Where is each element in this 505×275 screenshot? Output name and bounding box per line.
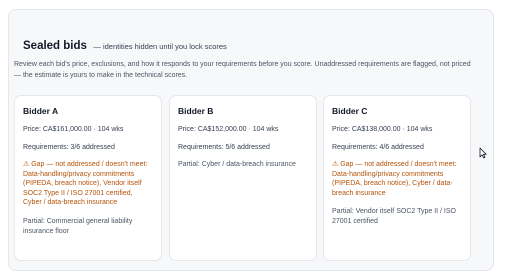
bid-price: Price: CA$138,000.00 · 104 wks bbox=[332, 126, 433, 133]
requirements-count: Requirements: 4/6 addressed bbox=[332, 144, 424, 151]
requirements-count: Requirements: 5/6 addressed bbox=[178, 144, 270, 151]
requirements-count: Requirements: 3/6 addressed bbox=[23, 144, 115, 151]
panel-header: Sealed bids — identities hidden until yo… bbox=[23, 36, 227, 54]
bid-card-b: Bidder B Price: CA$152,000.00 · 104 wks … bbox=[169, 95, 317, 261]
gap-warning: ⚠ Gap — not addressed / doesn't meet: Da… bbox=[332, 161, 457, 197]
bid-price: Price: CA$152,000.00 · 104 wks bbox=[178, 126, 279, 133]
mouse-cursor-icon bbox=[479, 147, 487, 159]
panel-subtitle: — identities hidden until you lock score… bbox=[93, 42, 227, 51]
panel-title: Sealed bids bbox=[23, 40, 87, 52]
gap-warning: ⚠ Gap — not addressed / doesn't meet: Da… bbox=[23, 161, 148, 207]
bid-card-a: Bidder A Price: CA$161,000.00 · 104 wks … bbox=[14, 95, 162, 261]
bidder-name: Bidder B bbox=[178, 106, 214, 116]
bidder-name: Bidder C bbox=[332, 106, 368, 116]
partial-note: Partial: Cyber / data-breach insurance bbox=[178, 161, 296, 168]
bid-card-c: Bidder C Price: CA$138,000.00 · 104 wks … bbox=[323, 95, 471, 261]
bid-price: Price: CA$161,000.00 · 104 wks bbox=[23, 126, 124, 133]
bidder-name: Bidder A bbox=[23, 106, 59, 116]
intro-text: Review each bid's price, exclusions, and… bbox=[14, 61, 471, 79]
partial-note: Partial: Vendor itself SOC2 Type II / IS… bbox=[332, 208, 456, 225]
partial-note: Partial: Commercial general liability in… bbox=[23, 217, 133, 235]
